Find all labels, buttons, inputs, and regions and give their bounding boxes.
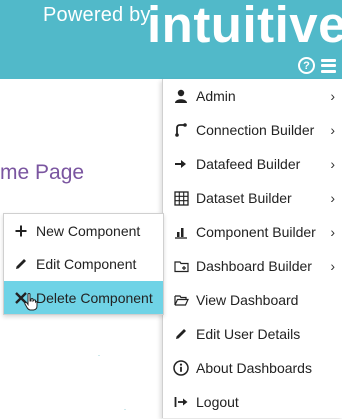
chevron-right-icon: ›	[330, 88, 335, 104]
submenu-item-edit-component[interactable]: Edit Component	[4, 247, 163, 280]
menu-item-label: Datafeed Builder	[196, 156, 301, 172]
plus-icon	[12, 225, 30, 237]
chevron-right-icon: ›	[330, 224, 335, 240]
connection-icon	[171, 120, 191, 140]
submenu-item-new-component[interactable]: New Component	[4, 214, 163, 247]
menu-item-label: View Dashboard	[196, 292, 299, 308]
powered-by-text: Powered by	[43, 4, 151, 26]
menu-item-component-builder[interactable]: Component Builder ›	[163, 215, 342, 249]
chevron-right-icon: ›	[330, 190, 335, 206]
menu-item-dataset-builder[interactable]: Dataset Builder ›	[163, 181, 342, 215]
menu-item-connection-builder[interactable]: Connection Builder ›	[163, 113, 342, 147]
menu-item-label: Dataset Builder	[196, 190, 292, 206]
brand: Powered by intuitive	[0, 0, 342, 56]
chevron-right-icon: ›	[330, 156, 335, 172]
info-icon	[171, 358, 191, 378]
menu-item-dashboard-builder[interactable]: Dashboard Builder ›	[163, 249, 342, 283]
intuitive-logo: intuitive	[147, 0, 342, 53]
hand-cursor-icon	[24, 293, 38, 311]
menu-item-label: Dashboard Builder	[196, 258, 312, 274]
header-bar: Powered by intuitive ?	[0, 0, 342, 79]
menu-item-view-dashboard[interactable]: View Dashboard	[163, 283, 342, 317]
logout-icon	[171, 392, 191, 412]
help-icon[interactable]: ?	[298, 57, 315, 74]
folder-open-icon	[171, 290, 191, 310]
bar-chart-icon	[171, 222, 191, 242]
menu-item-label: Connection Builder	[196, 122, 315, 138]
submenu-item-label: Edit Component	[36, 255, 137, 272]
page-title: me Page	[0, 161, 85, 184]
main-dropdown-menu: Admin › Connection Builder › Datafeed Bu…	[162, 79, 342, 418]
menu-item-admin[interactable]: Admin ›	[163, 79, 342, 113]
menu-item-about-dashboards[interactable]: About Dashboards	[163, 351, 342, 385]
chevron-right-icon: ›	[330, 258, 335, 274]
menu-item-label: Admin	[196, 88, 236, 104]
menu-item-label: Edit User Details	[196, 326, 301, 342]
menu-item-label: Logout	[196, 394, 239, 410]
submenu-item-label: Delete Component	[36, 289, 153, 306]
menu-item-label: Component Builder	[196, 224, 316, 240]
submenu-item-label: New Component	[36, 222, 141, 239]
menu-item-edit-user-details[interactable]: Edit User Details	[163, 317, 342, 351]
menu-item-label: About Dashboards	[196, 360, 312, 376]
grid-icon	[171, 188, 191, 208]
menu-item-logout[interactable]: Logout	[163, 385, 342, 419]
menu-item-datafeed-builder[interactable]: Datafeed Builder ›	[163, 147, 342, 181]
header-icons: ?	[298, 57, 336, 74]
pencil-icon	[171, 324, 191, 344]
hamburger-menu-icon[interactable]	[321, 58, 336, 73]
arrow-right-icon	[171, 154, 191, 174]
user-icon	[171, 86, 191, 106]
folder-plus-icon	[171, 256, 191, 276]
chevron-right-icon: ›	[330, 122, 335, 138]
pencil-icon	[12, 257, 30, 271]
